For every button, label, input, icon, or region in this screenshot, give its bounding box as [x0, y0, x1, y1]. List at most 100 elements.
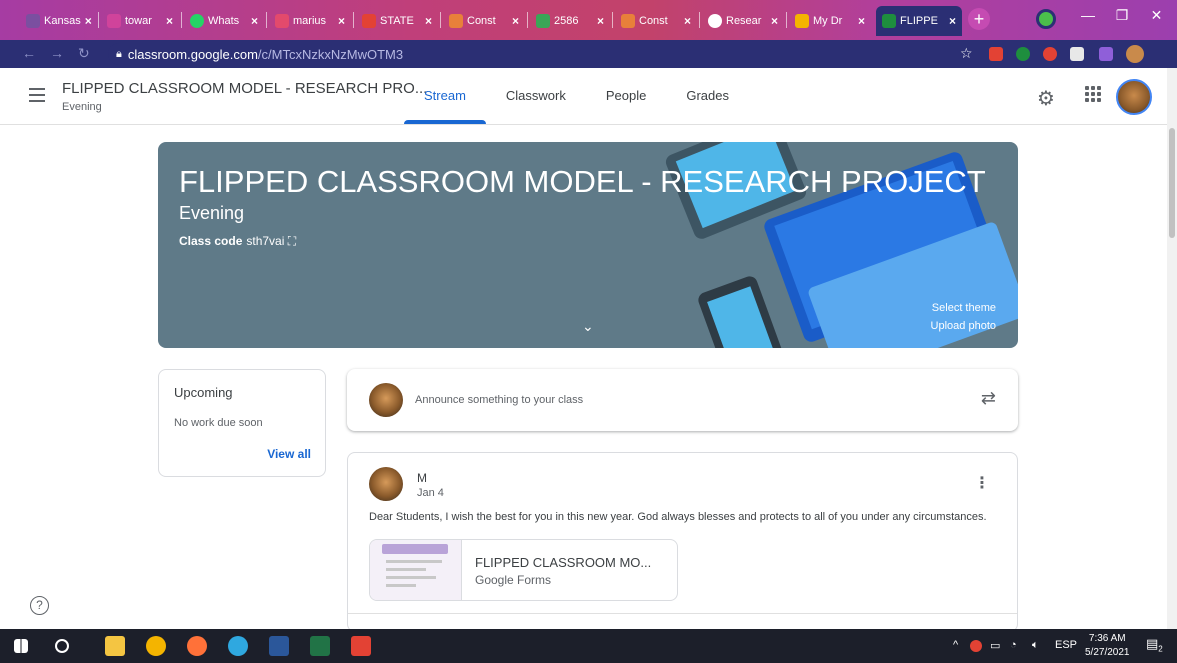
- divider: [348, 613, 1017, 614]
- tab-people[interactable]: People: [586, 68, 666, 124]
- close-tab-icon[interactable]: ×: [945, 14, 956, 28]
- post-body: Dear Students, I wish the best for you i…: [369, 511, 987, 523]
- close-tab-icon[interactable]: ×: [421, 14, 432, 28]
- browser-tab[interactable]: STATE ×: [356, 6, 438, 36]
- close-tab-icon[interactable]: ×: [247, 14, 258, 28]
- stream-post: M Jan 4 ⋮ Dear Students, I wish the best…: [347, 452, 1018, 632]
- tab-favicon-icon: [26, 14, 40, 28]
- reuse-post-icon[interactable]: ⇄: [981, 388, 996, 409]
- notes-extension-icon[interactable]: [1070, 47, 1084, 61]
- post-date: Jan 4: [417, 487, 444, 499]
- upcoming-status: No work due soon: [174, 417, 263, 429]
- excel-icon[interactable]: [310, 636, 330, 656]
- banner-title: FLIPPED CLASSROOM MODEL - RESEARCH PROJE…: [179, 164, 986, 199]
- windows-start-icon[interactable]: [14, 639, 28, 653]
- attachment-title: FLIPPED CLASSROOM MO...: [475, 555, 652, 570]
- class-code-label: Class code: [179, 234, 243, 248]
- select-theme-link[interactable]: Select theme: [932, 302, 996, 314]
- avatar: [369, 467, 403, 501]
- browser-tab[interactable]: Whats ×: [184, 6, 264, 36]
- tab-stream[interactable]: Stream: [404, 68, 486, 124]
- account-avatar[interactable]: [1116, 79, 1152, 115]
- class-code: Class code sth7vai ⛶: [179, 234, 296, 249]
- whatsapp-icon: [190, 14, 204, 28]
- more-options-icon[interactable]: ⋮: [974, 473, 990, 493]
- profile-avatar-icon[interactable]: [1126, 45, 1144, 63]
- page-scrollbar[interactable]: [1167, 68, 1177, 629]
- tab-separator: [98, 12, 99, 28]
- bookmark-star-icon[interactable]: ☆: [960, 45, 973, 62]
- forward-icon[interactable]: →: [50, 45, 64, 61]
- banner-section: Evening: [179, 203, 245, 223]
- address-bar[interactable]: 🔒︎ classroom.google.com/c/MTcxNzkxNzMwOT…: [108, 43, 1008, 65]
- browser-tab[interactable]: Const ×: [443, 6, 525, 36]
- class-title[interactable]: FLIPPED CLASSROOM MODEL - RESEARCH PRO..…: [62, 80, 427, 97]
- browser-tab[interactable]: towar ×: [101, 6, 179, 36]
- post-author: M: [417, 471, 427, 485]
- announce-box[interactable]: Announce something to your class ⇄: [347, 369, 1018, 431]
- adblock-extension-icon[interactable]: [1043, 47, 1057, 61]
- tray-chevron-icon[interactable]: ^: [953, 639, 958, 651]
- word-icon[interactable]: [269, 636, 289, 656]
- attachment-card[interactable]: FLIPPED CLASSROOM MO... Google Forms: [369, 539, 678, 601]
- acrobat-icon[interactable]: [351, 636, 371, 656]
- extensions-puzzle-icon[interactable]: [1099, 47, 1113, 61]
- volume-icon[interactable]: 🔈︎: [1032, 639, 1039, 652]
- announce-placeholder[interactable]: Announce something to your class: [415, 394, 583, 406]
- google-icon: [708, 14, 722, 28]
- file-explorer-icon[interactable]: [105, 636, 125, 656]
- class-tabs: Stream Classwork People Grades: [404, 68, 749, 124]
- firefox-icon[interactable]: [187, 636, 207, 656]
- back-icon[interactable]: ←: [22, 45, 36, 61]
- close-tab-icon[interactable]: ×: [593, 14, 604, 28]
- search-icon[interactable]: [55, 639, 69, 653]
- lock-icon: 🔒︎: [116, 47, 122, 60]
- google-apps-icon[interactable]: [1085, 86, 1101, 102]
- tab-classwork[interactable]: Classwork: [486, 68, 586, 124]
- language-indicator[interactable]: ESP: [1055, 639, 1077, 651]
- reload-icon[interactable]: ↻: [78, 45, 90, 62]
- battery-icon[interactable]: ▭: [990, 639, 1000, 652]
- tab-grades[interactable]: Grades: [666, 68, 749, 124]
- hamburger-menu-icon[interactable]: [29, 88, 45, 102]
- system-clock[interactable]: 7:36 AM 5/27/2021: [1085, 632, 1130, 660]
- browser-tab[interactable]: Const ×: [615, 6, 697, 36]
- browser-tab[interactable]: My Dr ×: [789, 6, 871, 36]
- attachment-type: Google Forms: [475, 573, 552, 587]
- wifi-icon[interactable]: ◔: [1010, 639, 1017, 651]
- close-tab-icon[interactable]: ×: [767, 14, 778, 28]
- classroom-icon: [882, 14, 896, 28]
- class-section: Evening: [62, 101, 102, 113]
- grammar-extension-icon[interactable]: [1016, 47, 1030, 61]
- tab-separator: [440, 12, 441, 28]
- pdf-extension-icon[interactable]: [989, 47, 1003, 61]
- browser-tab[interactable]: Resear ×: [702, 6, 784, 36]
- new-tab-button[interactable]: +: [968, 8, 990, 30]
- antivirus-icon[interactable]: [970, 640, 982, 652]
- view-all-link[interactable]: View all: [267, 447, 311, 461]
- class-code-value: sth7vai: [246, 234, 285, 248]
- browser-profile-icon[interactable]: [1036, 9, 1056, 29]
- browser-tab[interactable]: 2586 ×: [530, 6, 610, 36]
- tab-separator: [699, 12, 700, 28]
- close-tab-icon[interactable]: ×: [680, 14, 691, 28]
- notifications-icon[interactable]: ▤2: [1146, 636, 1163, 654]
- close-tab-icon[interactable]: ×: [162, 14, 173, 28]
- browser-tab[interactable]: Kansas ×: [20, 6, 96, 36]
- scrollbar-thumb[interactable]: [1169, 128, 1175, 238]
- close-window-button[interactable]: ✕: [1136, 0, 1177, 30]
- browser-tab[interactable]: marius ×: [269, 6, 351, 36]
- close-tab-icon[interactable]: ×: [854, 14, 865, 28]
- mail-icon: [275, 14, 289, 28]
- browser-tab-active[interactable]: FLIPPE ×: [876, 6, 962, 36]
- close-tab-icon[interactable]: ×: [81, 14, 92, 28]
- edge-icon[interactable]: [228, 636, 248, 656]
- upload-photo-link[interactable]: Upload photo: [931, 320, 996, 332]
- close-tab-icon[interactable]: ×: [508, 14, 519, 28]
- close-tab-icon[interactable]: ×: [334, 14, 345, 28]
- help-icon[interactable]: ?: [30, 596, 49, 615]
- gear-icon[interactable]: ⚙: [1037, 86, 1055, 111]
- chevron-down-icon[interactable]: ⌄: [582, 318, 594, 335]
- fullscreen-icon[interactable]: ⛶: [288, 234, 296, 248]
- chrome-icon[interactable]: [146, 636, 166, 656]
